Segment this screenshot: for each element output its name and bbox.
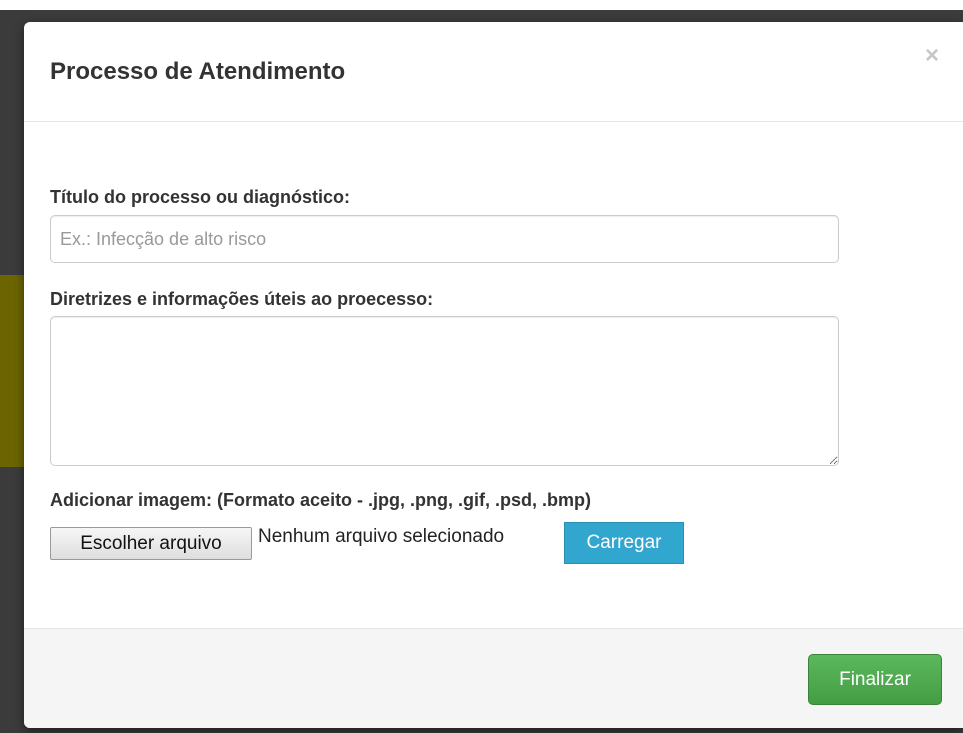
- guidelines-field-label: Diretrizes e informações úteis ao proece…: [50, 289, 434, 309]
- finish-button[interactable]: Finalizar: [808, 654, 942, 705]
- modal-footer: Finalizar: [24, 628, 963, 728]
- image-upload-label: Adicionar imagem: (Formato aceito - .jpg…: [50, 490, 592, 510]
- guidelines-textarea[interactable]: [50, 316, 839, 466]
- choose-file-button[interactable]: Escolher arquivo: [50, 527, 252, 560]
- close-button[interactable]: ×: [925, 44, 939, 68]
- title-field-label: Título do processo ou diagnóstico:: [50, 187, 350, 207]
- file-status-text: Nenhum arquivo selecionado: [258, 526, 505, 547]
- underlying-page-highlight: [0, 275, 24, 467]
- process-modal: Processo de Atendimento × Título do proc…: [24, 22, 963, 728]
- upload-button[interactable]: Carregar: [564, 522, 684, 564]
- title-input[interactable]: [50, 215, 839, 263]
- modal-header: Processo de Atendimento ×: [24, 22, 963, 122]
- modal-title: Processo de Atendimento: [50, 58, 346, 85]
- underlying-page-top: [0, 0, 963, 10]
